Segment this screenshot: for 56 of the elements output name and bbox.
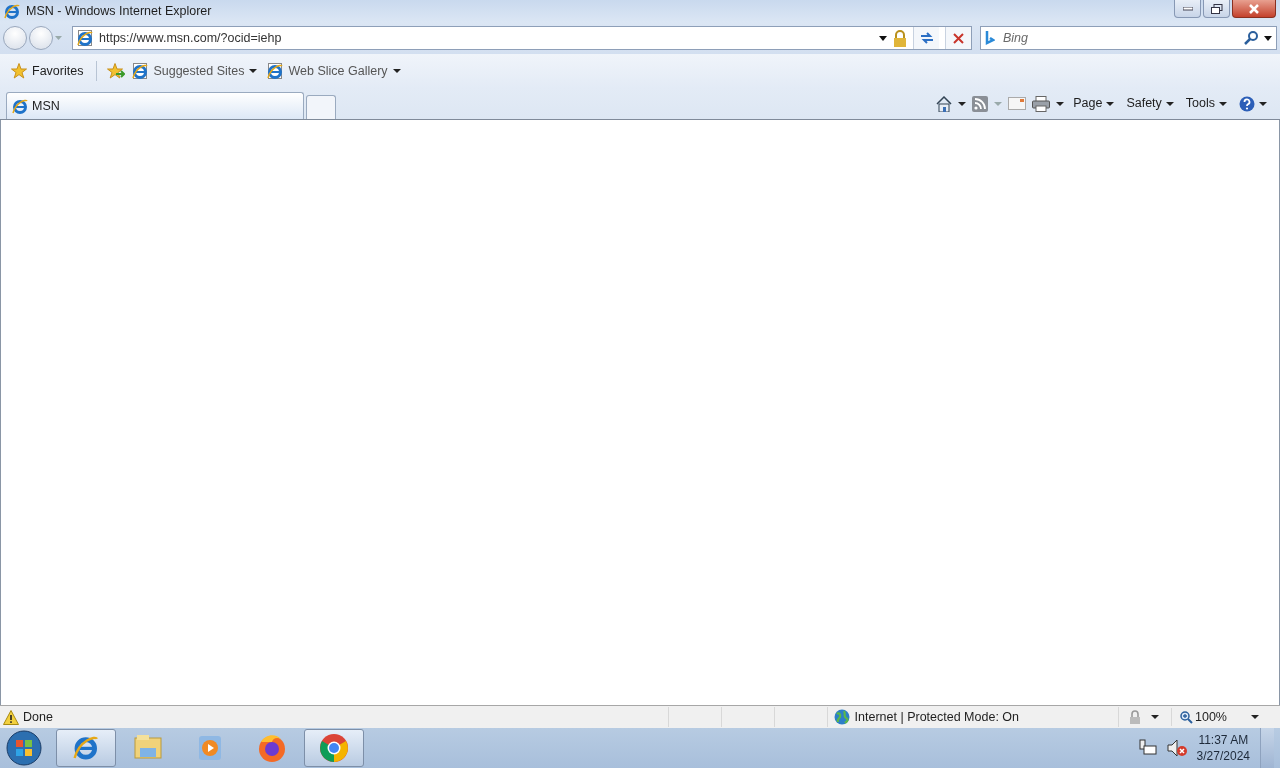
help-icon <box>1239 95 1255 112</box>
browser-logo-icon <box>12 98 28 114</box>
caret-icon[interactable] <box>1264 35 1272 41</box>
security-zone-text: Internet | Protected Mode: On <box>854 708 1019 726</box>
stop-icon <box>953 32 964 44</box>
caret-icon[interactable] <box>1151 715 1159 719</box>
url-text: https://www.msn.com/?ocid=iehp <box>99 29 283 47</box>
home-icon[interactable] <box>936 95 953 112</box>
caret-icon[interactable] <box>1056 101 1065 106</box>
printer-icon[interactable] <box>1032 95 1051 112</box>
start-button[interactable] <box>6 730 42 766</box>
search-engine-icon <box>985 30 995 46</box>
search-box[interactable]: Bing <box>980 26 1277 50</box>
search-icon[interactable] <box>1244 31 1258 45</box>
chrome-icon <box>318 732 350 764</box>
network-icon[interactable] <box>1138 739 1157 757</box>
globe-icon <box>833 709 850 725</box>
muted-speaker-icon[interactable] <box>1166 739 1187 757</box>
browser-logo-icon <box>4 3 20 19</box>
window-title: MSN - Windows Internet Explorer <box>26 2 212 20</box>
favorites-link[interactable]: Suggested Sites <box>129 59 261 83</box>
refresh-button[interactable] <box>913 27 939 49</box>
clock-button[interactable]: 11:37 AM 3/27/2024 <box>1196 731 1250 765</box>
refresh-icon <box>919 31 934 45</box>
fox-globe-icon <box>256 732 288 764</box>
menu-button[interactable]: Tools <box>1182 94 1230 113</box>
favorites-button[interactable]: Favorites <box>8 59 87 83</box>
page-icon <box>132 63 149 79</box>
menu-button[interactable]: Safety <box>1123 94 1177 113</box>
favorites-link[interactable]: Web Slice Gallery <box>264 59 404 83</box>
feed-icon[interactable] <box>972 95 989 112</box>
close-icon <box>1249 3 1259 14</box>
browser-tab[interactable]: MSN <box>6 92 304 119</box>
clock-date: 3/27/2024 <box>1196 748 1250 765</box>
mail-icon[interactable] <box>1008 97 1027 110</box>
stop-button[interactable] <box>945 27 971 49</box>
zoom-icon <box>1180 710 1193 724</box>
caret-icon[interactable] <box>879 35 887 41</box>
address-field[interactable]: https://www.msn.com/?ocid=iehp <box>72 26 972 50</box>
add-favorite-icon[interactable] <box>107 63 126 79</box>
page-icon <box>77 30 93 46</box>
zoom-button[interactable]: 100% <box>1171 707 1280 727</box>
restore-icon <box>1210 3 1223 14</box>
taskbar-app-button[interactable] <box>56 729 116 767</box>
warning-icon <box>3 709 19 725</box>
close-button[interactable] <box>1232 0 1276 18</box>
star-icon <box>11 63 27 79</box>
clock-time: 11:37 AM <box>1197 731 1250 748</box>
menu-button[interactable]: Page <box>1070 94 1118 113</box>
taskbar-app-button[interactable] <box>304 729 364 767</box>
restore-button[interactable] <box>1203 0 1230 18</box>
caret-icon[interactable] <box>958 101 967 106</box>
status-text: Done <box>23 708 53 726</box>
page-icon <box>267 63 284 79</box>
minimize-icon <box>1182 6 1193 11</box>
padlock-icon <box>893 29 907 47</box>
